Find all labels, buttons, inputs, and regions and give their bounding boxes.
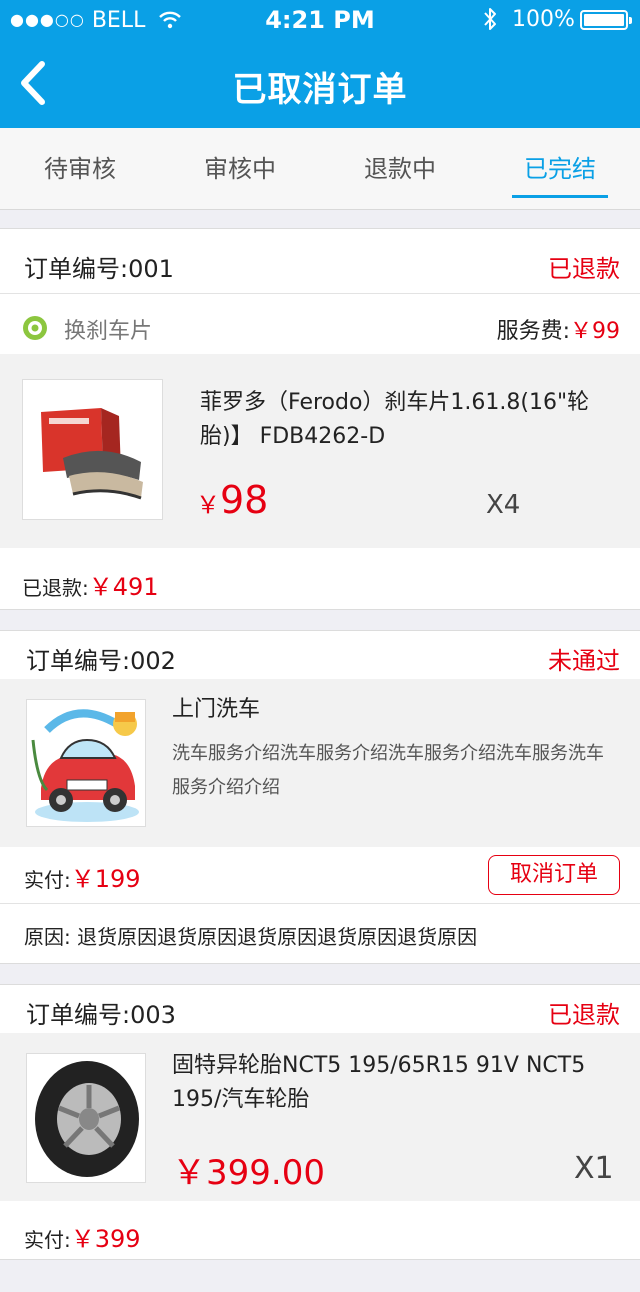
tab-label: 已完结 (524, 155, 596, 183)
price-value: 98 (220, 478, 269, 522)
tab-refunding[interactable]: 退款中 (320, 128, 480, 210)
battery-percent: 100% (512, 7, 575, 32)
car-wash-image (26, 699, 146, 827)
page-title: 已取消订单 (232, 70, 408, 110)
order-header: 订单编号:002 未通过 (0, 631, 640, 679)
battery-icon (580, 10, 632, 30)
order-number: 订单编号:003 (26, 995, 176, 1030)
order-number-label: 订单编号: (24, 255, 129, 283)
divider (0, 903, 640, 904)
order-number-label: 订单编号: (26, 647, 131, 675)
reason-value: 退货原因退货原因退货原因退货原因退货原因 (77, 925, 478, 949)
order-number: 订单编号:002 (26, 641, 176, 676)
paid-amount: ￥199 (70, 865, 141, 893)
order-number-value: 001 (128, 255, 174, 283)
order-number-label: 订单编号: (26, 1001, 131, 1029)
paid-summary: 实付:￥199 (24, 859, 141, 894)
reason-text: 原因: 退货原因退货原因退货原因退货原因退货原因 (24, 921, 477, 950)
order-card-002[interactable]: 订单编号:002 未通过 上门洗车 洗车服务介绍洗车服务介绍洗车服务介绍洗车服务… (0, 630, 640, 964)
bluetooth-icon (484, 8, 496, 30)
refund-amount: ￥491 (88, 573, 159, 601)
divider (0, 293, 640, 294)
product-title: 上门洗车 (172, 697, 261, 722)
tab-pending-review[interactable]: 待审核 (0, 128, 160, 210)
paid-summary: 实付:￥399 (24, 1219, 141, 1254)
order-card-003[interactable]: 订单编号:003 已退款 固特异轮胎NCT5 195/65R15 91V NCT… (0, 984, 640, 1260)
service-fee: 服务费:￥99 (497, 313, 620, 345)
paid-amount: ￥399 (70, 1225, 141, 1253)
order-status: 已退款 (548, 1001, 620, 1029)
brake-pad-image (22, 379, 163, 520)
order-number-value: 003 (130, 1001, 176, 1029)
order-status: 已退款 (548, 255, 620, 283)
order-status: 未通过 (548, 647, 620, 675)
product-row[interactable]: 固特异轮胎NCT5 195/65R15 91V NCT5 195/汽车轮胎 ￥3… (0, 1033, 640, 1201)
product-quantity: X4 (486, 490, 521, 520)
cancel-order-button[interactable]: 取消订单 (488, 855, 620, 895)
battery-level (584, 14, 624, 26)
refund-label: 已退款: (22, 576, 89, 600)
status-bar: ●●●○○ BELL 4:21 PM 100% (0, 0, 640, 40)
app-header: ●●●○○ BELL 4:21 PM 100% 已取消订单 (0, 0, 640, 128)
status-tabs: 待审核 审核中 退款中 已完结 (0, 128, 640, 210)
refund-summary: 已退款:￥491 (22, 567, 159, 602)
order-header: 订单编号:003 已退款 (0, 985, 640, 1033)
order-card-001[interactable]: 订单编号:001 已退款 换刹车片 服务费:￥99 菲罗多（Ferodo）刹车片… (0, 228, 640, 610)
tab-label: 待审核 (44, 155, 116, 183)
product-title: 固特异轮胎NCT5 195/65R15 91V NCT5 195/汽车轮胎 (172, 1053, 586, 1112)
paid-label: 实付: (24, 1228, 71, 1252)
currency-symbol: ￥ (196, 491, 220, 519)
product-row[interactable]: 上门洗车 洗车服务介绍洗车服务介绍洗车服务介绍洗车服务洗车服务介绍介绍 (0, 679, 640, 847)
tire-image (26, 1053, 146, 1183)
tab-label: 退款中 (364, 155, 436, 183)
tab-label: 审核中 (204, 155, 276, 183)
product-title: 菲罗多（Ferodo）刹车片1.61.8(16"轮胎)】 FDB4262-D (200, 390, 590, 449)
order-header: 订单编号:001 已退款 (0, 229, 640, 293)
tab-completed[interactable]: 已完结 (480, 128, 640, 210)
order-number-value: 002 (130, 647, 176, 675)
brake-service-icon (22, 315, 48, 341)
paid-label: 实付: (24, 868, 71, 892)
reason-label: 原因: (24, 925, 71, 949)
service-fee-value: ￥99 (570, 319, 620, 344)
order-number: 订单编号:001 (24, 249, 174, 284)
product-price: ￥98 (196, 478, 268, 522)
product-quantity: X1 (574, 1151, 614, 1186)
product-description: 洗车服务介绍洗车服务介绍洗车服务介绍洗车服务洗车服务介绍介绍 (172, 743, 604, 798)
tab-under-review[interactable]: 审核中 (160, 128, 320, 210)
product-row[interactable]: 菲罗多（Ferodo）刹车片1.61.8(16"轮胎)】 FDB4262-D ￥… (0, 354, 640, 548)
product-price: ￥399.00 (172, 1153, 325, 1193)
service-fee-label: 服务费: (496, 319, 570, 344)
active-tab-indicator (512, 195, 608, 198)
service-name: 换刹车片 (64, 319, 153, 344)
